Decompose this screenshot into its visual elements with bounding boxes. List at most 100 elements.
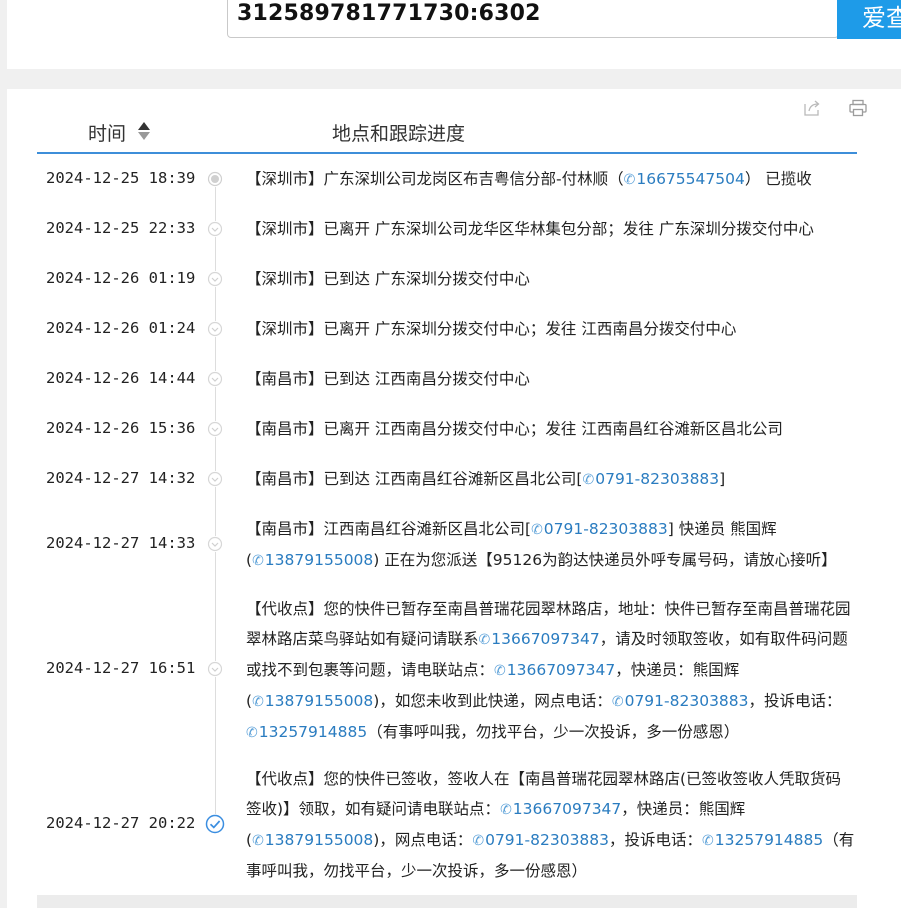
phone-link[interactable]: ✆13667097347 bbox=[500, 800, 621, 818]
footer-note-bar bbox=[37, 895, 857, 908]
event-text: 【深圳市】已到达 广东深圳分拨交付中心 bbox=[246, 270, 530, 288]
event-text: ，投诉电话： bbox=[748, 692, 842, 710]
phone-link[interactable]: ✆13257914885 bbox=[246, 723, 367, 741]
tracking-row: 2024-12-27 16:51 【代收点】您的快件已暂存至南昌普瑞花园翠林路店，… bbox=[7, 594, 901, 744]
event-description: 【深圳市】广东深圳公司龙岗区布吉粤信分部-付林顺（✆16675547504） 已… bbox=[246, 164, 856, 194]
phone-icon: ✆ bbox=[478, 632, 491, 648]
tracking-row: 2024-12-25 18:39 【深圳市】广东深圳公司龙岗区布吉粤信分部-付林顺… bbox=[7, 164, 901, 194]
tracking-row: 2024-12-26 01:19 【深圳市】已到达 广东深圳分拨交付中心 bbox=[7, 264, 901, 294]
tracking-row: 2024-12-26 01:24 【深圳市】已离开 广东深圳分拨交付中心；发往 江… bbox=[7, 314, 901, 344]
phone-number[interactable]: 13667097347 bbox=[491, 630, 599, 648]
phone-number[interactable]: 13667097347 bbox=[513, 800, 621, 818]
phone-number[interactable]: 13667097347 bbox=[507, 661, 615, 679]
phone-number[interactable]: 13879155008 bbox=[265, 692, 373, 710]
tracking-row: 2024-12-27 14:33 【南昌市】江西南昌红谷滩新区昌北公司[✆0791… bbox=[7, 514, 901, 574]
phone-number[interactable]: 0791-82303883 bbox=[485, 831, 609, 849]
chevron-down-circle-icon bbox=[207, 421, 223, 437]
tracking-row: 2024-12-27 14:32 【南昌市】已到达 江西南昌红谷滩新区昌北公司[✆… bbox=[7, 464, 901, 494]
header-divider bbox=[37, 152, 857, 154]
event-text: 【深圳市】已离开 广东深圳公司龙华区华林集包分部；发往 广东深圳分拨交付中心 bbox=[246, 220, 814, 238]
check-circle-icon bbox=[205, 814, 225, 834]
phone-link[interactable]: ✆0791-82303883 bbox=[582, 470, 719, 488]
chevron-down-circle-icon bbox=[207, 271, 223, 287]
phone-link[interactable]: ✆16675547504 bbox=[624, 170, 745, 188]
phone-number[interactable]: 13879155008 bbox=[265, 551, 373, 569]
event-text: 【深圳市】广东深圳公司龙岗区布吉粤信分部-付林顺（ bbox=[246, 170, 624, 188]
print-icon[interactable] bbox=[848, 99, 868, 117]
phone-link[interactable]: ✆13257914885 bbox=[702, 831, 823, 849]
event-text: 【南昌市】已到达 江西南昌红谷滩新区昌北公司[ bbox=[246, 470, 583, 488]
phone-link[interactable]: ✆13879155008 bbox=[252, 692, 373, 710]
event-text: 【南昌市】江西南昌红谷滩新区昌北公司[ bbox=[246, 520, 532, 538]
event-text: 【南昌市】已到达 江西南昌分拨交付中心 bbox=[246, 370, 530, 388]
event-description: 【南昌市】已到达 江西南昌红谷滩新区昌北公司[✆0791-82303883] bbox=[246, 464, 856, 494]
tracking-row: 2024-12-25 22:33 【深圳市】已离开 广东深圳公司龙华区华林集包分部… bbox=[7, 214, 901, 244]
phone-icon: ✆ bbox=[702, 833, 714, 849]
event-time: 2024-12-27 16:51 bbox=[46, 659, 196, 677]
phone-number[interactable]: 13257914885 bbox=[259, 723, 367, 741]
phone-number[interactable]: 0791-82303883 bbox=[544, 520, 668, 538]
phone-number[interactable]: 0791-82303883 bbox=[625, 692, 749, 710]
phone-link[interactable]: ✆0791-82303883 bbox=[612, 692, 749, 710]
phone-icon: ✆ bbox=[246, 725, 258, 741]
query-button[interactable]: 爱查 bbox=[837, 0, 901, 39]
time-column-header[interactable]: 时间 bbox=[88, 119, 126, 146]
event-description: 【深圳市】已离开 广东深圳公司龙华区华林集包分部；发往 广东深圳分拨交付中心 bbox=[246, 214, 856, 244]
chevron-down-circle-icon bbox=[207, 471, 223, 487]
phone-icon: ✆ bbox=[472, 833, 485, 849]
event-description: 【深圳市】已离开 广东深圳分拨交付中心；发往 江西南昌分拨交付中心 bbox=[246, 314, 856, 344]
phone-icon: ✆ bbox=[252, 694, 264, 710]
event-text: ，投诉电话： bbox=[609, 831, 703, 849]
phone-link[interactable]: ✆13879155008 bbox=[252, 831, 373, 849]
event-time: 2024-12-26 01:24 bbox=[46, 319, 196, 337]
chevron-down-circle-icon bbox=[207, 221, 223, 237]
chevron-down-circle-icon bbox=[207, 371, 223, 387]
phone-number[interactable]: 0791-82303883 bbox=[595, 470, 719, 488]
phone-icon: ✆ bbox=[623, 172, 636, 188]
phone-link[interactable]: ✆0791-82303883 bbox=[472, 831, 609, 849]
phone-icon: ✆ bbox=[582, 472, 595, 488]
phone-link[interactable]: ✆13879155008 bbox=[252, 551, 373, 569]
event-text: )，网点电话： bbox=[373, 831, 473, 849]
event-description: 【深圳市】已到达 广东深圳分拨交付中心 bbox=[246, 264, 856, 294]
tracking-row: 2024-12-26 15:36 【南昌市】已离开 江西南昌分拨交付中心；发往 江… bbox=[7, 414, 901, 444]
phone-icon: ✆ bbox=[531, 522, 543, 538]
sort-icon[interactable] bbox=[137, 120, 151, 142]
phone-number[interactable]: 16675547504 bbox=[636, 170, 744, 188]
event-time: 2024-12-27 20:22 bbox=[46, 814, 196, 832]
event-time: 2024-12-25 18:39 bbox=[46, 169, 196, 187]
event-description: 【南昌市】已离开 江西南昌分拨交付中心；发往 江西南昌红谷滩新区昌北公司 bbox=[246, 414, 856, 444]
phone-link[interactable]: ✆13667097347 bbox=[479, 630, 600, 648]
phone-link[interactable]: ✆13667097347 bbox=[494, 661, 615, 679]
event-time: 2024-12-25 22:33 bbox=[46, 219, 196, 237]
event-description: 【南昌市】已到达 江西南昌分拨交付中心 bbox=[246, 364, 856, 394]
event-text: （有事呼叫我，勿找平台，少一次投诉，多一份感恩） bbox=[367, 723, 740, 741]
event-text: ) 正在为您派送【95126为韵达快递员外呼专属号码，请放心接听】 bbox=[373, 551, 837, 569]
phone-icon: ✆ bbox=[611, 694, 624, 710]
event-description: 【代收点】您的快件已暂存至南昌普瑞花园翠林路店，地址：快件已暂存至南昌普瑞花园翠… bbox=[246, 594, 856, 744]
phone-link[interactable]: ✆0791-82303883 bbox=[531, 520, 668, 538]
phone-icon: ✆ bbox=[500, 802, 512, 818]
event-description: 【南昌市】江西南昌红谷滩新区昌北公司[✆0791-82303883] 快递员 熊… bbox=[246, 514, 856, 574]
event-time: 2024-12-27 14:33 bbox=[46, 534, 196, 552]
chevron-down-circle-icon bbox=[207, 661, 223, 677]
event-time: 2024-12-27 14:32 bbox=[46, 469, 196, 487]
event-time: 2024-12-26 15:36 bbox=[46, 419, 196, 437]
event-text: 【深圳市】已离开 广东深圳分拨交付中心；发往 江西南昌分拨交付中心 bbox=[246, 320, 737, 338]
share-icon[interactable] bbox=[802, 99, 822, 117]
tracking-row: 2024-12-27 20:22 【代收点】您的快件已签收，签收人在【南昌普瑞花园… bbox=[7, 764, 901, 884]
tracking-panel: 时间 地点和跟踪进度 2024-12-25 18:39 【深圳市】广东深圳公司龙岗… bbox=[7, 89, 901, 908]
tracking-row: 2024-12-26 14:44 【南昌市】已到达 江西南昌分拨交付中心 bbox=[7, 364, 901, 394]
phone-icon: ✆ bbox=[494, 663, 506, 679]
event-description: 【代收点】您的快件已签收，签收人在【南昌普瑞花园翠林路店(已签收签收人凭取货码签… bbox=[246, 764, 856, 884]
tracking-number-value[interactable]: 312589781771730:6302 bbox=[237, 1, 541, 26]
phone-number[interactable]: 13879155008 bbox=[265, 831, 373, 849]
phone-icon: ✆ bbox=[252, 553, 264, 569]
chevron-down-circle-icon bbox=[207, 536, 223, 552]
phone-number[interactable]: 13257914885 bbox=[715, 831, 823, 849]
chevron-down-circle-icon bbox=[207, 321, 223, 337]
timeline-start-icon bbox=[207, 171, 223, 187]
event-time: 2024-12-26 01:19 bbox=[46, 269, 196, 287]
event-text: 【南昌市】已离开 江西南昌分拨交付中心；发往 江西南昌红谷滩新区昌北公司 bbox=[246, 420, 783, 438]
tracking-number-input[interactable]: 312589781771730:6302 bbox=[227, 0, 839, 38]
